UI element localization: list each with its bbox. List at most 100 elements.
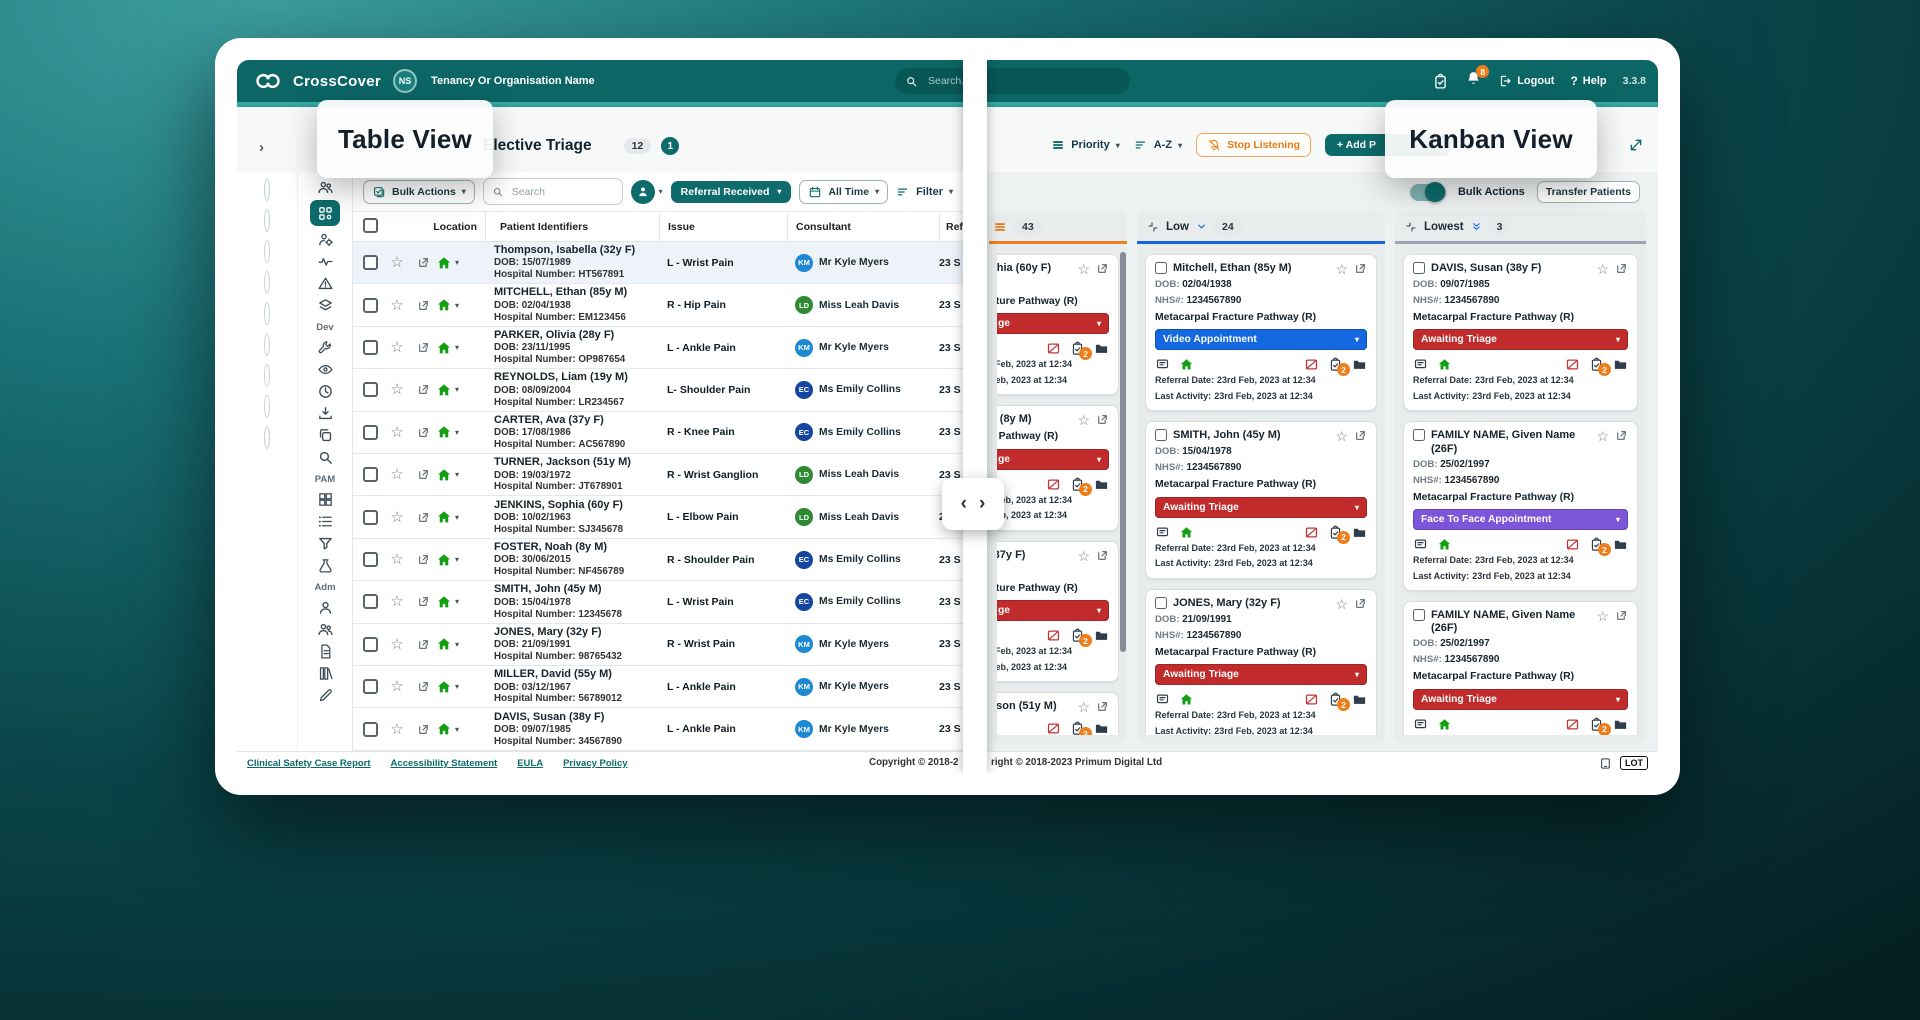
user-settings-icon[interactable] — [310, 228, 340, 250]
card-checkbox[interactable] — [1155, 429, 1167, 441]
sidebar-collapse-chevron[interactable]: › — [259, 139, 264, 156]
open-patient-icon[interactable] — [417, 595, 430, 608]
wrench-icon[interactable] — [317, 336, 334, 358]
filter-dropdown[interactable]: Filter ▾ — [896, 185, 953, 199]
star-icon[interactable]: ☆ — [390, 425, 403, 440]
folder-icon[interactable] — [1094, 721, 1109, 735]
no-photo-icon[interactable] — [1046, 341, 1061, 356]
row-checkbox[interactable] — [363, 594, 378, 609]
attachments-clipboard[interactable]: 2 — [1070, 477, 1085, 492]
consultant-filter-dropdown[interactable]: ▾ — [631, 180, 663, 204]
user-icon[interactable] — [317, 596, 334, 618]
chevron-down-icon[interactable] — [1196, 221, 1207, 232]
notes-icon[interactable] — [1413, 357, 1428, 372]
home-icon[interactable] — [1437, 357, 1452, 372]
attachments-clipboard[interactable]: 2 — [1070, 628, 1085, 643]
collapse-icon[interactable] — [1405, 221, 1417, 233]
no-photo-icon[interactable] — [1046, 477, 1061, 492]
status-dropdown[interactable]: ge ▾ — [997, 449, 1109, 470]
star-icon[interactable]: ☆ — [1077, 549, 1090, 563]
star-icon[interactable]: ☆ — [390, 467, 403, 482]
no-photo-icon[interactable] — [1565, 537, 1580, 552]
no-photo-icon[interactable] — [1304, 525, 1319, 540]
location-dropdown[interactable]: ▾ — [436, 679, 480, 695]
location-dropdown[interactable]: ▾ — [436, 636, 480, 652]
star-icon[interactable]: ☆ — [390, 594, 403, 609]
status-dropdown[interactable]: ge ▾ — [997, 600, 1109, 621]
open-patient-icon[interactable] — [1096, 262, 1109, 275]
stop-listening-button[interactable]: Stop Listening — [1196, 133, 1311, 157]
notes-icon[interactable] — [1155, 525, 1170, 540]
open-patient-icon[interactable] — [417, 680, 430, 693]
attachments-clipboard[interactable]: 2 — [1328, 357, 1343, 372]
patient-card[interactable]: Mitchell, Ethan (85y M) ☆ DOB: 02/04/193… — [1145, 254, 1377, 411]
location-dropdown[interactable]: ▾ — [436, 424, 480, 440]
footer-link[interactable]: EULA — [517, 758, 543, 769]
open-patient-icon[interactable] — [1096, 549, 1109, 562]
apps-grid-icon[interactable] — [310, 200, 340, 226]
open-patient-icon[interactable] — [417, 256, 430, 269]
folder-icon[interactable] — [1352, 525, 1367, 540]
open-patient-icon[interactable] — [417, 553, 430, 566]
location-dropdown[interactable]: ▾ — [436, 340, 480, 356]
home-icon[interactable] — [1179, 357, 1194, 372]
no-photo-icon[interactable] — [1565, 717, 1580, 732]
location-dropdown[interactable]: ▾ — [436, 467, 480, 483]
attachments-clipboard[interactable]: 2 — [1070, 341, 1085, 356]
attachments-clipboard[interactable]: 2 — [1070, 721, 1085, 735]
select-all-checkbox[interactable] — [363, 218, 378, 233]
transfer-patients-button[interactable]: Transfer Patients — [1537, 181, 1640, 203]
folder-icon[interactable] — [1613, 537, 1628, 552]
attachments-clipboard[interactable]: 2 — [1589, 717, 1604, 732]
open-patient-icon[interactable] — [417, 299, 430, 312]
comparison-slider-handle[interactable]: ‹ › — [942, 478, 1004, 530]
search-icon[interactable] — [317, 446, 334, 468]
patient-card[interactable]: h (8y M) ☆ e Pathway (R) ge — [997, 405, 1119, 530]
patient-card[interactable]: FAMILY NAME, Given Name (26F) ☆ DOB: 25/… — [1403, 601, 1638, 735]
bulk-actions-button[interactable]: Bulk Actions ▾ — [363, 180, 475, 204]
avatar-item[interactable] — [262, 395, 272, 419]
patient-card[interactable]: FAMILY NAME, Given Name (26F) ☆ DOB: 25/… — [1403, 421, 1638, 591]
location-dropdown[interactable]: ▾ — [436, 255, 480, 271]
avatar-item[interactable] — [262, 240, 272, 264]
star-icon[interactable]: ☆ — [390, 679, 403, 694]
star-icon[interactable]: ☆ — [1077, 413, 1090, 427]
row-checkbox[interactable] — [363, 255, 378, 270]
row-checkbox[interactable] — [363, 382, 378, 397]
library-icon[interactable] — [317, 662, 334, 684]
star-icon[interactable]: ☆ — [390, 637, 403, 652]
patient-card[interactable]: SMITH, John (45y M) ☆ DOB: 15/04/1978 NH… — [1145, 421, 1377, 578]
footer-link[interactable]: Clinical Safety Case Report — [247, 758, 371, 769]
row-checkbox[interactable] — [363, 637, 378, 652]
folder-icon[interactable] — [1094, 341, 1109, 356]
status-dropdown[interactable]: Awaiting Triage ▾ — [1413, 329, 1628, 350]
layers-icon[interactable] — [310, 294, 340, 316]
home-icon[interactable] — [1437, 537, 1452, 552]
row-checkbox[interactable] — [363, 510, 378, 525]
attachments-clipboard[interactable]: 2 — [1328, 692, 1343, 707]
open-patient-icon[interactable] — [417, 511, 430, 524]
all-time-dropdown[interactable]: All Time ▾ — [799, 180, 888, 204]
avatar-item[interactable] — [262, 178, 272, 202]
double-chevron-down-icon[interactable] — [1471, 221, 1482, 232]
expand-icon[interactable] — [1628, 137, 1644, 153]
eye-icon[interactable] — [317, 358, 334, 380]
star-icon[interactable]: ☆ — [390, 722, 403, 737]
edit-icon[interactable] — [317, 684, 334, 706]
home-icon[interactable] — [1179, 525, 1194, 540]
star-icon[interactable]: ☆ — [1077, 700, 1090, 714]
copy-icon[interactable] — [317, 424, 334, 446]
warning-icon[interactable] — [310, 272, 340, 294]
star-icon[interactable]: ☆ — [390, 298, 403, 313]
kanban-column-header[interactable]: 43 — [989, 212, 1127, 244]
star-icon[interactable]: ☆ — [1335, 429, 1348, 443]
user-avatar[interactable]: NS — [393, 69, 417, 93]
open-patient-icon[interactable] — [417, 638, 430, 651]
help-button[interactable]: ? Help — [1570, 74, 1606, 88]
attachments-clipboard[interactable]: 2 — [1589, 357, 1604, 372]
grid-icon[interactable] — [317, 488, 334, 510]
star-icon[interactable]: ☆ — [1596, 262, 1609, 276]
star-icon[interactable]: ☆ — [390, 552, 403, 567]
open-patient-icon[interactable] — [1615, 609, 1628, 622]
footer-link[interactable]: Privacy Policy — [563, 758, 627, 769]
